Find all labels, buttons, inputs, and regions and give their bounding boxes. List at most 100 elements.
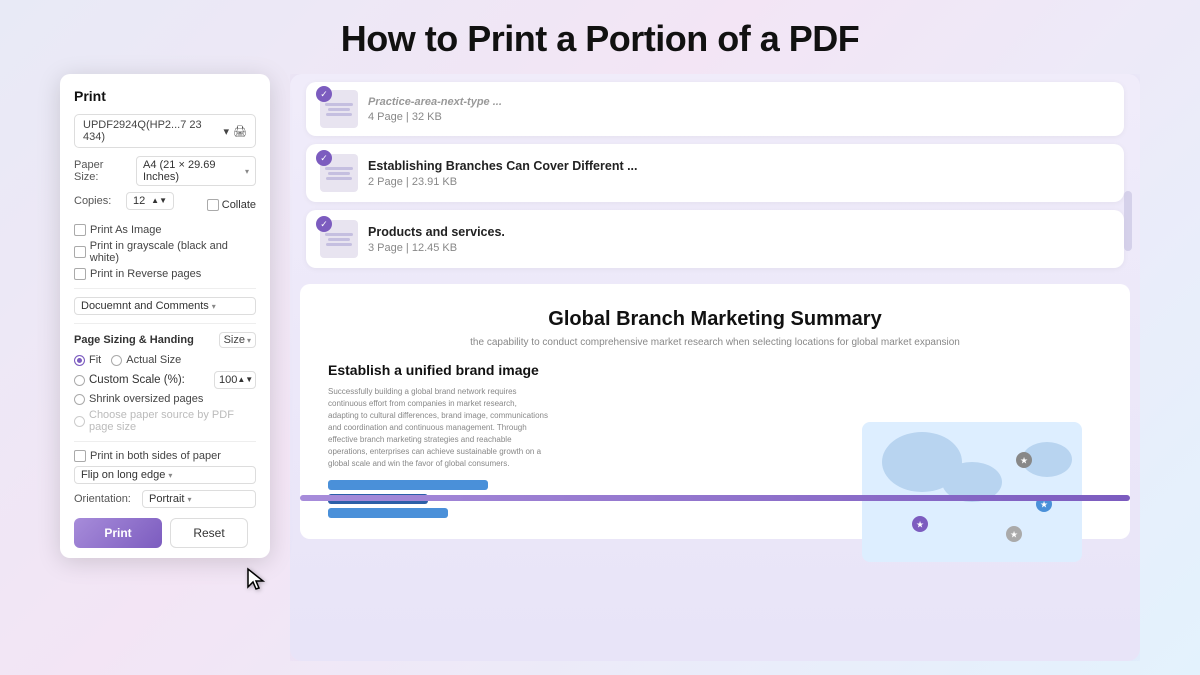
check-badge-2: ✓ [316, 216, 332, 232]
thumb-line [328, 108, 350, 111]
collate-label: Collate [222, 199, 256, 211]
stepper-arrows: ▲▼ [151, 197, 167, 205]
purple-accent-bar [300, 495, 1130, 501]
scroll-indicator[interactable] [1124, 191, 1132, 251]
divider-1 [74, 288, 256, 289]
file-info-2: Products and services. 3 Page | 12.45 KB [368, 225, 1110, 254]
print-grayscale-option[interactable]: Print in grayscale (black and white) [74, 240, 256, 264]
file-info-partial: Practice-area-next-type ... 4 Page | 32 … [368, 96, 1110, 123]
file-info-1: Establishing Branches Can Cover Differen… [368, 159, 1110, 188]
file-icon-wrap-partial: ✓ [320, 90, 358, 128]
collate-checkbox[interactable] [207, 199, 219, 211]
thumb-line [326, 243, 352, 246]
print-grayscale-label: Print in grayscale (black and white) [90, 240, 256, 264]
shrink-option[interactable]: Shrink oversized pages [74, 393, 256, 405]
svg-text:★: ★ [1010, 530, 1018, 540]
reset-button[interactable]: Reset [170, 518, 248, 548]
doc-subtitle: the capability to conduct comprehensive … [328, 337, 1102, 348]
orientation-chevron: ▾ [187, 495, 191, 504]
svg-text:★: ★ [1020, 456, 1028, 466]
print-reverse-option[interactable]: Print in Reverse pages [74, 268, 256, 280]
flip-value: Flip on long edge [81, 469, 165, 481]
print-both-sides-label: Print in both sides of paper [90, 450, 221, 462]
copies-stepper[interactable]: 12 ▲▼ [126, 192, 174, 210]
printer-icons: ▾ 🖨 [224, 125, 248, 138]
svg-text:★: ★ [916, 520, 924, 530]
print-button[interactable]: Print [74, 518, 162, 548]
flip-select[interactable]: Flip on long edge ▾ [74, 466, 256, 484]
print-reverse-label: Print in Reverse pages [90, 268, 201, 280]
print-both-sides-option[interactable]: Print in both sides of paper [74, 450, 256, 462]
orientation-row: Orientation: Portrait ▾ [74, 490, 256, 508]
copies-row: Copies: 12 ▲▼ [74, 192, 174, 210]
choose-paper-option[interactable]: Choose paper source by PDF page size [74, 409, 256, 433]
print-grayscale-checkbox[interactable] [74, 246, 86, 258]
progress-bar-1 [328, 480, 488, 490]
print-as-image-label: Print As Image [90, 224, 162, 236]
custom-scale-radio[interactable] [74, 375, 85, 386]
mouse-cursor [246, 567, 266, 593]
print-reverse-checkbox[interactable] [74, 268, 86, 280]
page-sizing-header: Page Sizing & Handing Size ▾ [74, 332, 256, 348]
file-meta-2: 3 Page | 12.45 KB [368, 242, 1110, 254]
pdf-preview-panel: ✓ Practice-area-next-type ... 4 Page | 3… [290, 74, 1140, 661]
choose-paper-radio[interactable] [74, 416, 85, 427]
actual-size-option[interactable]: Actual Size [111, 354, 181, 366]
file-icon-wrap-1: ✓ [320, 154, 358, 192]
list-item[interactable]: ✓ Establishing Branches Can Cover Differ… [306, 144, 1124, 202]
progress-bar-3 [328, 508, 448, 518]
custom-scale-input[interactable]: 100 ▲▼ [214, 371, 256, 389]
page-title: How to Print a Portion of a PDF [0, 0, 1200, 74]
file-name-2: Products and services. [368, 225, 1110, 239]
custom-scale-row: Custom Scale (%): 100 ▲▼ [74, 371, 256, 389]
check-badge-partial: ✓ [316, 86, 332, 102]
size-select[interactable]: Size ▾ [219, 332, 256, 348]
file-item-partial: ✓ Practice-area-next-type ... 4 Page | 3… [306, 82, 1124, 136]
printer-icon: 🖨 [233, 125, 247, 138]
orientation-label: Orientation: [74, 493, 136, 505]
divider-3 [74, 441, 256, 442]
copies-section: Copies: 12 ▲▼ Collate [74, 192, 256, 218]
svg-text:★: ★ [1040, 500, 1048, 510]
map-dot-gray-1: ★ [1016, 452, 1032, 468]
fit-option[interactable]: Fit [74, 354, 101, 366]
thumb-line [325, 167, 353, 170]
paper-size-value: A4 (21 × 29.69 Inches) [143, 159, 242, 183]
choose-paper-label: Choose paper source by PDF page size [89, 409, 256, 433]
fit-radio[interactable] [74, 355, 85, 366]
button-row: Print Reset [74, 518, 256, 548]
dialog-title: Print [74, 88, 256, 104]
file-icon-wrap-2: ✓ [320, 220, 358, 258]
page-sizing-label: Page Sizing & Handing [74, 334, 194, 346]
flip-row: Flip on long edge ▾ [74, 466, 256, 484]
file-name-1: Establishing Branches Can Cover Differen… [368, 159, 1110, 173]
map-dot-gray-2: ★ [1006, 526, 1022, 542]
shrink-radio[interactable] [74, 394, 85, 405]
partial-file-meta: 4 Page | 32 KB [368, 111, 1110, 123]
custom-scale-label: Custom Scale (%): [89, 374, 185, 386]
list-item[interactable]: ✓ Products and services. 3 Page | 12.45 … [306, 210, 1124, 268]
shrink-label: Shrink oversized pages [89, 393, 203, 405]
size-label: Size [224, 334, 245, 346]
copies-value: 12 [133, 195, 145, 207]
doc-body-text: Successfully building a global brand net… [328, 386, 548, 470]
thumb-line [326, 113, 352, 116]
paper-size-row: Paper Size: A4 (21 × 29.69 Inches) ▾ [74, 156, 256, 186]
document-comments-chevron: ▾ [212, 302, 216, 311]
print-as-image-checkbox[interactable] [74, 224, 86, 236]
actual-size-radio[interactable] [111, 355, 122, 366]
paper-size-chevron: ▾ [245, 167, 249, 176]
document-comments-select[interactable]: Docuemnt and Comments ▾ [74, 297, 256, 315]
content-area: Print UPDF2924Q(HP2...7 23 434) ▾ 🖨 Pape… [0, 74, 1200, 661]
document-comments-value: Docuemnt and Comments [81, 300, 209, 312]
doc-section-title: Establish a unified brand image [328, 362, 568, 378]
actual-size-label: Actual Size [126, 354, 181, 366]
print-both-sides-checkbox[interactable] [74, 450, 86, 462]
printer-selector[interactable]: UPDF2924Q(HP2...7 23 434) ▾ 🖨 [74, 114, 256, 148]
fit-label: Fit [89, 354, 101, 366]
custom-scale-value: 100 [219, 374, 237, 386]
print-as-image-option[interactable]: Print As Image [74, 224, 256, 236]
check-badge-1: ✓ [316, 150, 332, 166]
paper-size-select[interactable]: A4 (21 × 29.69 Inches) ▾ [136, 156, 256, 186]
orientation-select[interactable]: Portrait ▾ [142, 490, 256, 508]
